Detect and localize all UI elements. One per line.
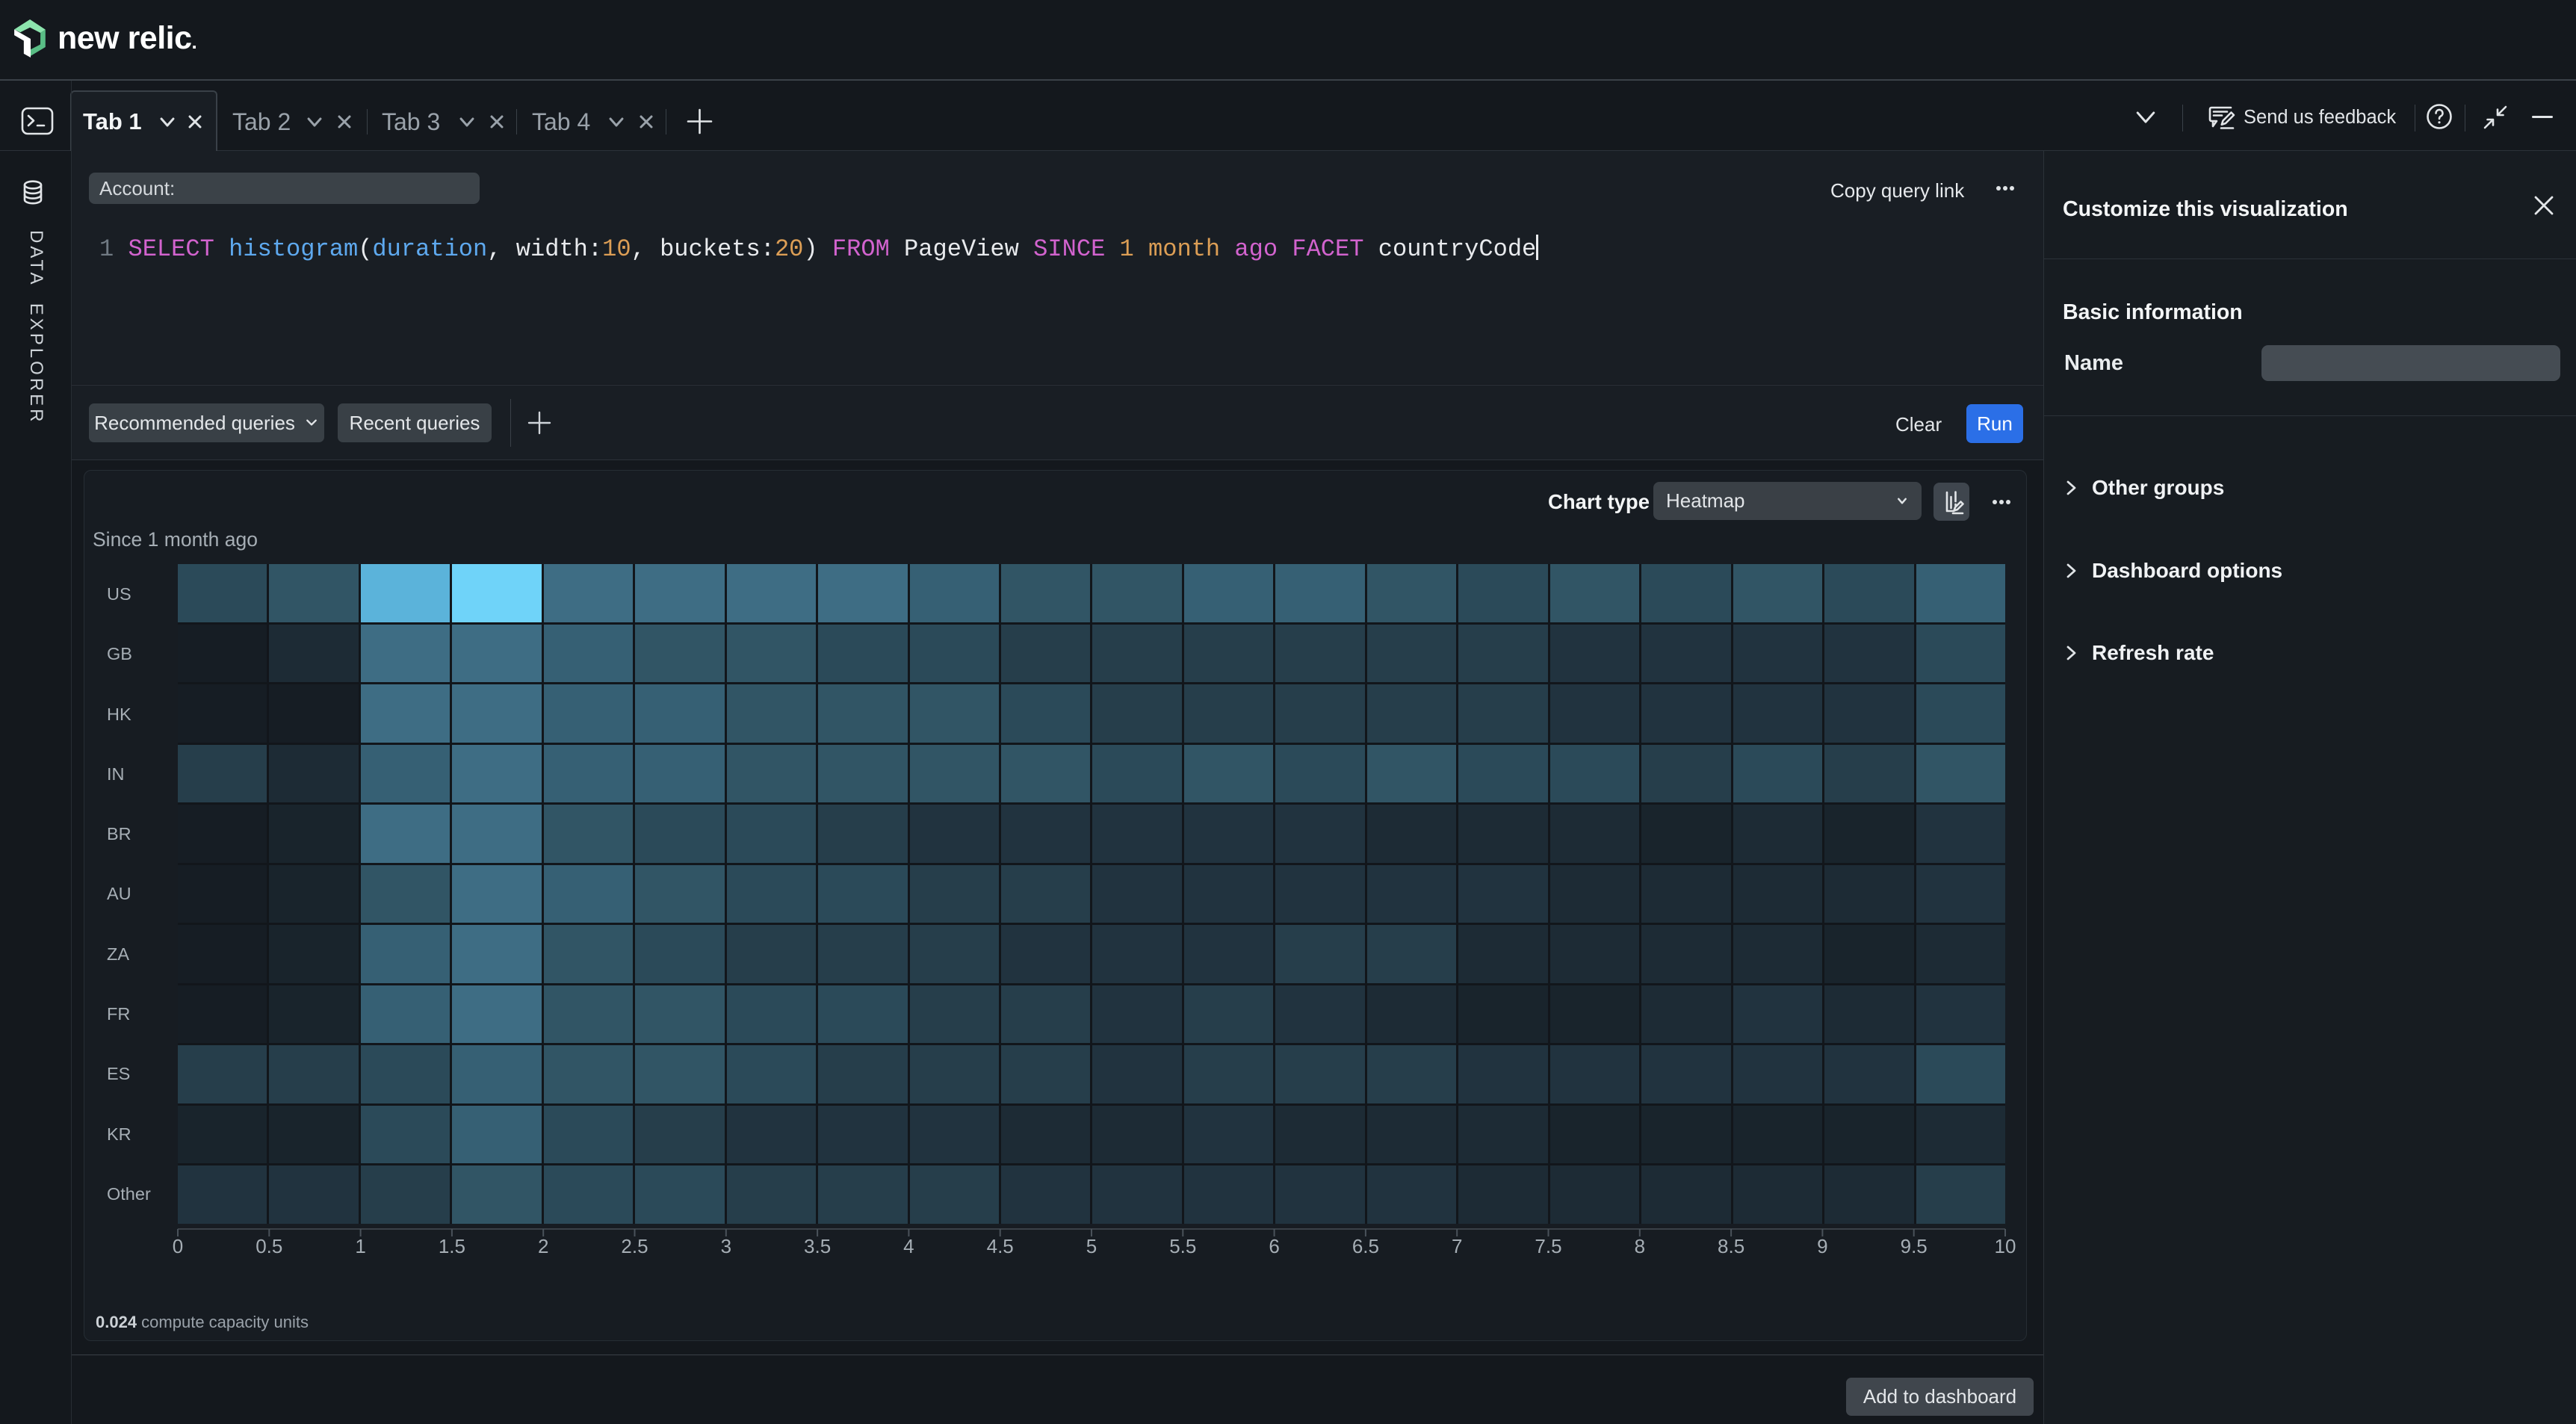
svg-text:6: 6 (1269, 1235, 1279, 1257)
svg-text:4.5: 4.5 (987, 1235, 1014, 1257)
svg-text:6.5: 6.5 (1352, 1235, 1379, 1257)
svg-text:2.5: 2.5 (621, 1235, 648, 1257)
svg-text:5: 5 (1086, 1235, 1097, 1257)
svg-text:8: 8 (1635, 1235, 1645, 1257)
svg-text:1: 1 (355, 1235, 365, 1257)
svg-text:7.5: 7.5 (1535, 1235, 1561, 1257)
svg-text:9: 9 (1817, 1235, 1827, 1257)
svg-text:5.5: 5.5 (1169, 1235, 1196, 1257)
svg-text:3: 3 (721, 1235, 731, 1257)
svg-text:7: 7 (1452, 1235, 1462, 1257)
svg-text:1.5: 1.5 (439, 1235, 465, 1257)
svg-text:0: 0 (173, 1235, 183, 1257)
svg-text:2: 2 (538, 1235, 548, 1257)
svg-text:9.5: 9.5 (1901, 1235, 1928, 1257)
svg-text:4: 4 (903, 1235, 914, 1257)
svg-text:10: 10 (1995, 1235, 2016, 1257)
svg-text:3.5: 3.5 (804, 1235, 831, 1257)
svg-text:0.5: 0.5 (256, 1235, 282, 1257)
svg-text:8.5: 8.5 (1718, 1235, 1744, 1257)
